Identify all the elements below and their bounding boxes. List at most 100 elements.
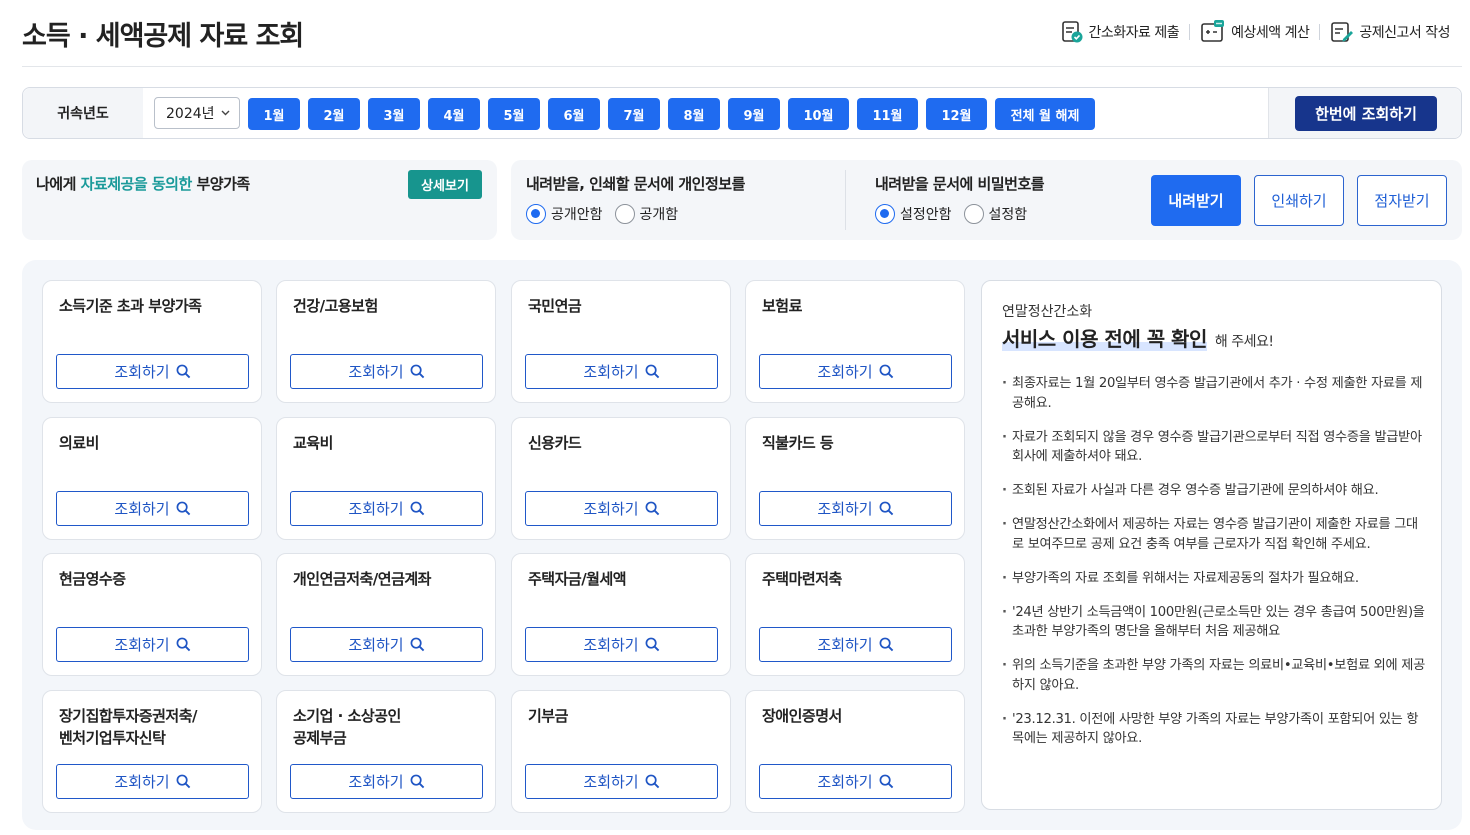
month-button-4[interactable]: 4월 xyxy=(428,98,480,130)
deduction-card-title: 기부금 xyxy=(528,707,568,725)
lookup-button-label: 조회하기 xyxy=(114,363,170,381)
password-set-radio[interactable]: 설정함 xyxy=(963,204,1027,224)
lookup-button[interactable]: 조회하기 xyxy=(759,627,952,662)
search-icon xyxy=(879,364,893,379)
search-icon xyxy=(410,364,424,379)
year-month-filter: 귀속년도 2024년 1월 2월 3월 4월 5월 6월 7월 8월 9월 10… xyxy=(22,87,1462,139)
password-none-label: 설정안함 xyxy=(900,207,952,223)
download-button[interactable]: 내려받기 xyxy=(1151,175,1241,226)
password-none-radio[interactable]: 설정안함 xyxy=(875,204,952,224)
document-check-icon xyxy=(1061,21,1083,43)
month-button-11[interactable]: 11월 xyxy=(857,98,918,130)
lookup-button[interactable]: 조회하기 xyxy=(759,491,952,526)
month-button-9[interactable]: 9월 xyxy=(728,98,780,130)
lookup-button[interactable]: 조회하기 xyxy=(525,354,718,389)
lookup-button[interactable]: 조회하기 xyxy=(290,491,483,526)
month-button-7[interactable]: 7월 xyxy=(608,98,660,130)
privacy-show-label: 공개함 xyxy=(639,207,679,223)
lookup-button-label: 조회하기 xyxy=(348,636,404,654)
lookup-button-label: 조회하기 xyxy=(583,636,639,654)
search-icon xyxy=(410,774,424,789)
lookup-button-label: 조회하기 xyxy=(114,636,170,654)
lookup-button[interactable]: 조회하기 xyxy=(56,627,249,662)
month-button-2[interactable]: 2월 xyxy=(308,98,360,130)
deduction-card-title: 보험료 xyxy=(762,297,802,315)
document-options-box: 내려받을, 인쇄할 문서에 개인정보를 공개안함 공개함 내려받을 문서에 비밀… xyxy=(511,160,1462,240)
year-label: 귀속년도 xyxy=(23,88,143,138)
deduction-card-title: 소기업 · 소상공인 공제부금 xyxy=(293,707,401,747)
month-button-6[interactable]: 6월 xyxy=(548,98,600,130)
detail-view-button[interactable]: 상세보기 xyxy=(408,170,482,199)
deduction-card: 장기집합투자증권저축/ 벤처기업투자신탁 조회하기 xyxy=(42,690,262,813)
privacy-hide-radio[interactable]: 공개안함 xyxy=(526,204,603,224)
deduction-card: 현금영수증 조회하기 xyxy=(42,553,262,676)
lookup-button[interactable]: 조회하기 xyxy=(759,354,952,389)
deduction-card-title: 주택자금/월세액 xyxy=(528,570,627,588)
search-icon xyxy=(879,774,893,789)
radio-unchecked-icon xyxy=(614,204,635,224)
calculator-icon xyxy=(1201,20,1225,42)
lookup-button[interactable]: 조회하기 xyxy=(290,354,483,389)
month-button-8[interactable]: 8월 xyxy=(668,98,720,130)
notice-title-main: 서비스 이용 전에 꼭 확인 xyxy=(1002,327,1207,351)
deduction-card: 소기업 · 소상공인 공제부금조회하기 xyxy=(276,690,496,813)
lookup-button-label: 조회하기 xyxy=(348,363,404,381)
notice-title-tail: 해 주세요! xyxy=(1214,334,1274,350)
search-icon xyxy=(645,364,659,379)
month-button-1[interactable]: 1월 xyxy=(248,98,300,130)
notice-item: 조회된 자료가 사실과 다른 경우 영수증 발급기관에 문의하셔야 해요. xyxy=(1002,481,1427,501)
deduction-card: 건강/고용보험 조회하기 xyxy=(276,280,496,403)
month-button-10[interactable]: 10월 xyxy=(788,98,849,130)
search-icon xyxy=(410,637,424,652)
lookup-button-label: 조회하기 xyxy=(817,500,873,518)
month-button-5[interactable]: 5월 xyxy=(488,98,540,130)
print-button[interactable]: 인쇄하기 xyxy=(1254,175,1344,226)
notice-subtitle: 연말정산간소화 xyxy=(1002,304,1093,320)
estimated-tax-label: 예상세액 계산 xyxy=(1231,25,1310,41)
lookup-button[interactable]: 조회하기 xyxy=(525,764,718,799)
submit-simplified-data-label: 간소화자료 제출 xyxy=(1088,25,1180,41)
lookup-button[interactable]: 조회하기 xyxy=(525,491,718,526)
deduction-card: 교육비 조회하기 xyxy=(276,417,496,540)
lookup-button[interactable]: 조회하기 xyxy=(525,627,718,662)
deduction-card: 개인연금저축/연금계좌 조회하기 xyxy=(276,553,496,676)
lookup-button-label: 조회하기 xyxy=(583,773,639,791)
braille-button[interactable]: 점자받기 xyxy=(1357,175,1447,226)
estimated-tax-link[interactable]: 예상세액 계산 xyxy=(1190,20,1319,44)
privacy-hide-label: 공개안함 xyxy=(551,207,603,223)
dependent-consent-box: 나에게 자료제공을 동의한 부양가족 상세보기 xyxy=(22,160,497,240)
year-select[interactable]: 2024년 xyxy=(154,97,240,129)
document-edit-icon xyxy=(1331,22,1354,42)
search-all-button[interactable]: 한번에 조회하기 xyxy=(1295,96,1437,131)
password-option-group: 내려받을 문서에 비밀번호를 설정안함 설정함 xyxy=(875,173,1045,224)
lookup-button[interactable]: 조회하기 xyxy=(56,764,249,799)
lookup-button[interactable]: 조회하기 xyxy=(56,354,249,389)
lookup-button[interactable]: 조회하기 xyxy=(56,491,249,526)
consent-suffix: 부양가족 xyxy=(191,175,250,193)
month-button-3[interactable]: 3월 xyxy=(368,98,420,130)
month-button-12[interactable]: 12월 xyxy=(926,98,987,130)
clear-all-months-button[interactable]: 전체 월 해제 xyxy=(995,98,1095,130)
deduction-form-link[interactable]: 공제신고서 작성 xyxy=(1320,20,1460,44)
deduction-card-title: 의료비 xyxy=(59,434,99,452)
deduction-card: 의료비조회하기 xyxy=(42,417,262,540)
search-icon xyxy=(176,774,190,789)
deduction-card-title: 장애인증명서 xyxy=(762,707,842,725)
submit-simplified-data-link[interactable]: 간소화자료 제출 xyxy=(1050,20,1190,44)
lookup-button[interactable]: 조회하기 xyxy=(290,627,483,662)
deduction-card: 장애인증명서조회하기 xyxy=(745,690,965,813)
lookup-button[interactable]: 조회하기 xyxy=(759,764,952,799)
lookup-button[interactable]: 조회하기 xyxy=(290,764,483,799)
deduction-card: 국민연금 조회하기 xyxy=(511,280,731,403)
notice-item: 자료가 조회되지 않을 경우 영수증 발급기관으로부터 직접 영수증을 발급받아… xyxy=(1002,428,1427,467)
notice-item: 위의 소득기준을 초과한 부양 가족의 자료는 의료비•교육비•보험료 외에 제… xyxy=(1002,656,1427,695)
lookup-button-label: 조회하기 xyxy=(114,500,170,518)
deduction-card-title: 소득기준 초과 부양가족 xyxy=(59,297,202,315)
deduction-card: 주택마련저축 조회하기 xyxy=(745,553,965,676)
password-question: 내려받을 문서에 비밀번호를 xyxy=(875,175,1045,193)
notice-item: 연말정산간소화에서 제공하는 자료는 영수증 발급기관이 제출한 자료를 그대로… xyxy=(1002,515,1427,554)
search-icon xyxy=(176,637,190,652)
privacy-show-radio[interactable]: 공개함 xyxy=(614,204,679,224)
deduction-form-label: 공제신고서 작성 xyxy=(1359,25,1450,41)
lookup-button-label: 조회하기 xyxy=(817,363,873,381)
